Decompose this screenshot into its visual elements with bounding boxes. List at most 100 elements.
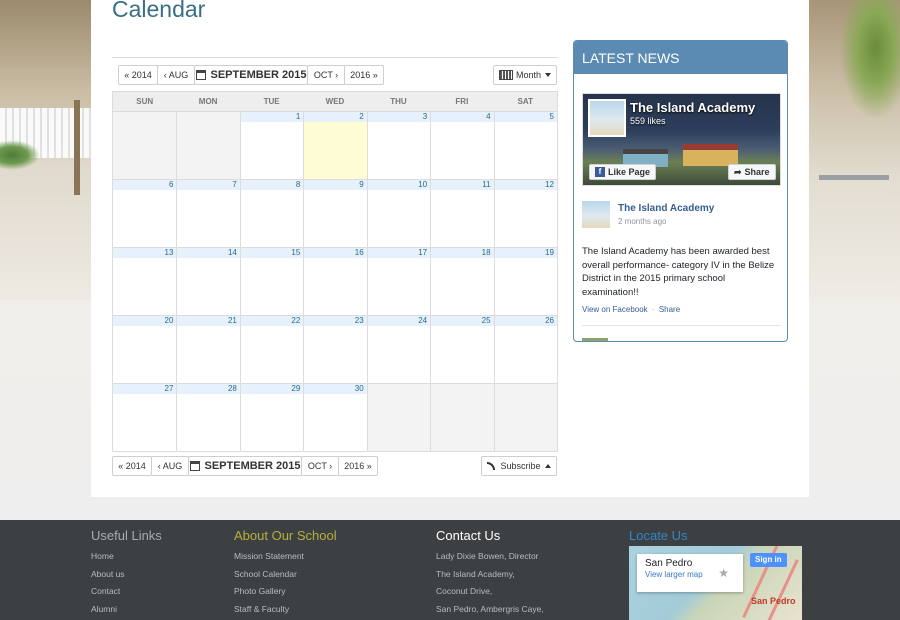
calendar-day[interactable]: 27: [113, 383, 177, 451]
calendar-day[interactable]: 22: [239, 315, 304, 383]
day-number: 22: [240, 316, 304, 326]
like-page-button[interactable]: f Like Page: [589, 164, 657, 180]
day-number: 15: [240, 248, 304, 258]
calendar-day[interactable]: 30: [303, 383, 367, 451]
share-icon: ➦: [734, 166, 742, 177]
calendar-day[interactable]: 23: [303, 315, 367, 383]
post-author[interactable]: The Island Academy: [618, 203, 714, 214]
post-avatar[interactable]: [582, 201, 610, 228]
calendar-day[interactable]: 3: [366, 111, 431, 179]
day-number: 27: [113, 384, 177, 394]
day-number: 6: [113, 180, 177, 190]
footer-link-staff[interactable]: Staff & Faculty: [234, 601, 337, 619]
calendar-day-empty[interactable]: [430, 383, 494, 451]
footer-link-home[interactable]: Home: [91, 548, 162, 566]
subscribe-button[interactable]: Subscribe: [481, 456, 557, 476]
facebook-icon: f: [595, 167, 605, 177]
next-month-button[interactable]: OCT ›: [307, 65, 345, 85]
view-on-facebook-link[interactable]: View on Facebook: [582, 305, 648, 314]
calendar-day[interactable]: 13: [113, 247, 177, 315]
day-number: 21: [177, 316, 240, 326]
day-number: 3: [367, 112, 431, 122]
day-number: 28: [177, 384, 240, 394]
calendar-day[interactable]: 14: [176, 247, 240, 315]
calendar-day[interactable]: 12: [493, 179, 557, 247]
news-header: LATEST NEWS: [574, 41, 787, 74]
next-year-button[interactable]: 2016 »: [344, 65, 384, 85]
like-page-label: Like Page: [608, 167, 651, 177]
post-timestamp[interactable]: 2 months ago: [618, 217, 666, 226]
calendar-day[interactable]: 1: [239, 111, 304, 179]
footer-link-about[interactable]: About us: [91, 566, 162, 584]
current-month-button[interactable]: SEPTEMBER 2015: [194, 65, 308, 85]
calendar-day[interactable]: 28: [176, 383, 240, 451]
day-number: 17: [367, 248, 431, 258]
weekday-label: FRI: [455, 97, 469, 106]
footer-link-contact[interactable]: Contact: [91, 583, 162, 601]
prev-year-button[interactable]: « 2014: [112, 456, 152, 476]
day-number: 13: [113, 248, 177, 258]
picnic-table-image: [819, 175, 889, 195]
chevron-up-icon: [544, 464, 551, 468]
calendar-day[interactable]: 15: [239, 247, 304, 315]
page-thumbnail[interactable]: [588, 99, 626, 137]
footer-link-alumni[interactable]: Alumni: [91, 601, 162, 619]
calendar-day[interactable]: 4: [430, 111, 494, 179]
calendar-day[interactable]: 25: [430, 315, 494, 383]
star-icon[interactable]: ★: [718, 566, 729, 580]
calendar-day-empty[interactable]: [493, 383, 557, 451]
post-text: The Island Academy has been awarded best…: [582, 246, 775, 298]
footer-locate: Locate Us: [629, 528, 688, 548]
footer-link-gallery[interactable]: Photo Gallery: [234, 583, 337, 601]
facebook-page-name[interactable]: The Island Academy: [630, 100, 755, 115]
day-number: 14: [177, 248, 240, 258]
next-month-button[interactable]: OCT ›: [301, 456, 339, 476]
calendar-day[interactable]: 29: [239, 383, 304, 451]
prev-year-button[interactable]: « 2014: [118, 65, 158, 85]
contact-line: Lady Dixie Bowen, Director: [436, 551, 539, 561]
calendar-day[interactable]: 6: [113, 179, 177, 247]
prev-month-button[interactable]: ‹ AUG: [157, 65, 195, 85]
next-year-button[interactable]: 2016 »: [338, 456, 378, 476]
prev-month-button[interactable]: ‹ AUG: [151, 456, 189, 476]
weekday-label: THU: [390, 97, 407, 106]
footer-link-calendar[interactable]: School Calendar: [234, 566, 337, 584]
calendar-day[interactable]: 19: [493, 247, 557, 315]
day-number: 20: [113, 316, 177, 326]
calendar-day-empty[interactable]: [366, 383, 431, 451]
facebook-cover-image[interactable]: The Island Academy 559 likes f Like Page…: [582, 93, 781, 186]
calendar-day[interactable]: 2: [303, 111, 367, 179]
calendar-day[interactable]: 10: [366, 179, 431, 247]
calendar-week-row: 13 14 15 16 17 18 19: [113, 247, 557, 315]
calendar-day[interactable]: 7: [176, 179, 240, 247]
calendar-day[interactable]: 18: [430, 247, 494, 315]
calendar-week-row: 12345: [113, 111, 557, 179]
share-label: Share: [744, 167, 770, 177]
share-button[interactable]: ➦ Share: [728, 164, 776, 180]
rss-icon: [487, 462, 496, 470]
embedded-map[interactable]: San Pedro View larger map ★ Sign in San …: [629, 546, 802, 620]
calendar-day[interactable]: 5: [493, 111, 557, 179]
calendar-day[interactable]: 16: [303, 247, 367, 315]
calendar-day[interactable]: 9: [303, 179, 367, 247]
calendar-day[interactable]: 11: [430, 179, 494, 247]
calendar-day[interactable]: 26: [493, 315, 557, 383]
footer-link-mission[interactable]: Mission Statement: [234, 548, 337, 566]
background-right-scenery: [809, 0, 900, 300]
calendar-grid: 1 2 3 4 5 6 7 8 9 10 11 12 13 14 15 16 17 18 19 20 21 22 23 24 2…: [112, 111, 558, 452]
calendar-day[interactable]: 24: [366, 315, 431, 383]
map-label: San Pedro: [751, 596, 796, 606]
calendar-day[interactable]: 21: [176, 315, 240, 383]
post-share-link[interactable]: Share: [659, 305, 680, 314]
map-sign-in-button[interactable]: Sign in: [750, 553, 787, 567]
calendar-day[interactable]: 20: [113, 315, 177, 383]
calendar-day-empty[interactable]: [113, 111, 177, 179]
calendar-day[interactable]: 17: [366, 247, 431, 315]
calendar-day[interactable]: 8: [239, 179, 304, 247]
view-dropdown[interactable]: Month: [493, 65, 557, 85]
contact-line: Coconut Drive,: [436, 586, 493, 596]
calendar-bottom-toolbar: « 2014 ‹ AUG SEPTEMBER 2015 OCT › 2016 »…: [112, 456, 558, 482]
day-number: 1: [240, 112, 304, 122]
current-month-button[interactable]: SEPTEMBER 2015: [188, 456, 302, 476]
calendar-day-empty[interactable]: [176, 111, 240, 179]
